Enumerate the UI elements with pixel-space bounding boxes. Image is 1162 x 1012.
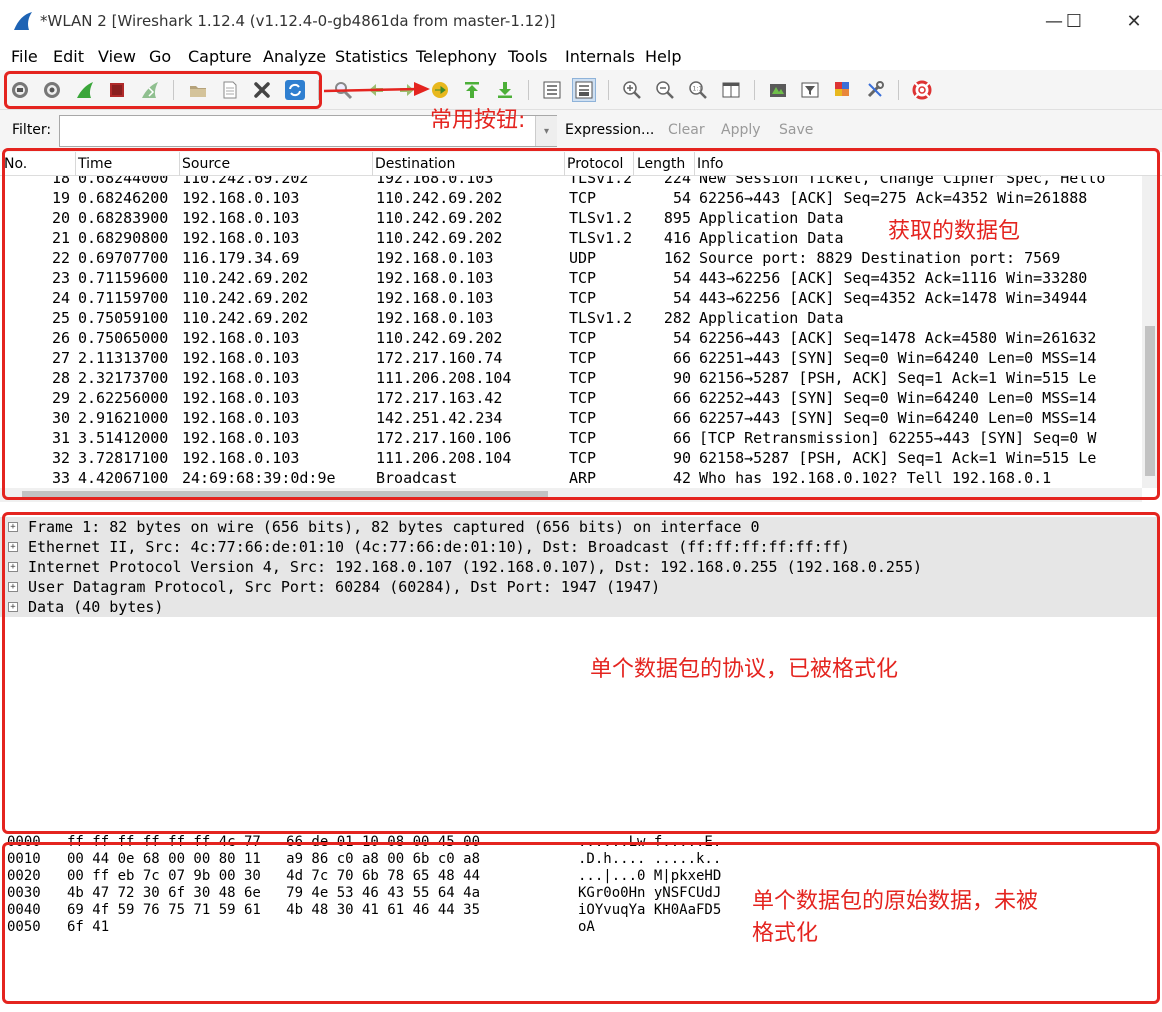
menu-file[interactable]: File [11, 47, 38, 66]
annotation-raw-line1: 单个数据包的原始数据，未被 [752, 889, 1039, 914]
apply-button[interactable]: Apply [721, 122, 761, 138]
display-filters-icon[interactable] [798, 78, 822, 102]
menu-telephony[interactable]: Telephony [416, 47, 497, 66]
annotation-box-raw [2, 842, 1160, 1004]
colorize-icon[interactable] [540, 78, 564, 102]
expression-button[interactable]: Expression... [565, 122, 654, 138]
menu-edit[interactable]: Edit [53, 47, 84, 66]
annotation-details: 单个数据包的协议，已被格式化 [590, 657, 899, 682]
maximize-button[interactable]: ☐ [1054, 8, 1094, 36]
annotation-packets: 获取的数据包 [888, 219, 1021, 244]
annotation-buttons: 常用按钮: [430, 108, 526, 133]
svg-text:1:1: 1:1 [693, 86, 703, 93]
title-bar: *WLAN 2 [Wireshark 1.12.4 (v1.12.4-0-gb4… [0, 0, 1162, 44]
capture-filters-icon[interactable] [766, 78, 790, 102]
close-button[interactable]: ✕ [1114, 8, 1154, 36]
clear-button[interactable]: Clear [668, 122, 705, 138]
save-filter-button[interactable]: Save [779, 122, 813, 138]
annotation-arrow-icon [323, 82, 430, 96]
menu-bar: File Edit View Go Capture Analyze Statis… [0, 44, 1162, 70]
menu-go[interactable]: Go [149, 47, 171, 66]
wireshark-fin-icon [14, 12, 32, 30]
menu-internals[interactable]: Internals [565, 47, 635, 66]
coloring-rules-icon[interactable] [831, 78, 855, 102]
zoom-out-icon[interactable] [653, 78, 677, 102]
filter-dropdown-chevron-down-icon[interactable]: ▾ [535, 116, 557, 146]
menu-tools[interactable]: Tools [508, 47, 547, 66]
window-title: *WLAN 2 [Wireshark 1.12.4 (v1.12.4-0-gb4… [40, 12, 556, 30]
zoom-normal-icon[interactable]: 1:1 [686, 78, 710, 102]
annotation-box-details [2, 512, 1160, 834]
menu-help[interactable]: Help [645, 47, 681, 66]
filter-label: Filter: [12, 122, 52, 138]
annotation-raw-line2: 格式化 [752, 921, 819, 946]
preferences-icon[interactable] [863, 78, 887, 102]
menu-capture[interactable]: Capture [188, 47, 252, 66]
menu-analyze[interactable]: Analyze [263, 47, 326, 66]
filter-bar: Filter: ▾ Expression... Clear Apply Save [0, 110, 1162, 152]
last-packet-icon[interactable] [493, 78, 517, 102]
resize-columns-icon[interactable] [719, 78, 743, 102]
first-packet-icon[interactable] [460, 78, 484, 102]
menu-statistics[interactable]: Statistics [335, 47, 408, 66]
menu-view[interactable]: View [98, 47, 136, 66]
help-icon[interactable] [910, 78, 934, 102]
zoom-in-icon[interactable] [620, 78, 644, 102]
annotation-box-buttons [4, 71, 322, 109]
annotation-box-packets [2, 148, 1160, 500]
autoscroll-icon[interactable] [572, 78, 596, 102]
